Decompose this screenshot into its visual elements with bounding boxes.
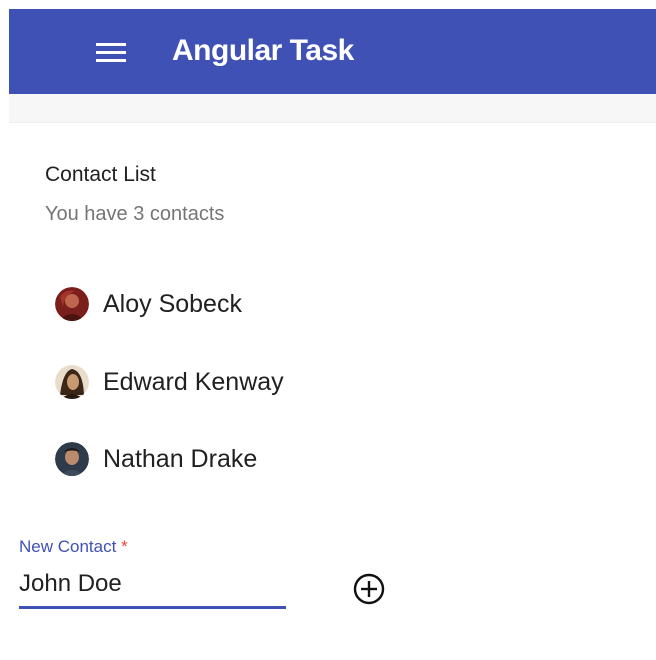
contact-name: Nathan Drake xyxy=(103,445,258,473)
app-frame: Angular Task Contact List You have 3 con… xyxy=(0,0,656,660)
contact-item[interactable]: Nathan Drake xyxy=(55,439,257,479)
hamburger-menu-icon xyxy=(96,43,126,63)
add-circle-icon xyxy=(353,573,385,605)
app-title: Angular Task xyxy=(172,34,354,67)
contact-item[interactable]: Aloy Sobeck xyxy=(55,284,242,324)
menu-button[interactable] xyxy=(84,35,126,69)
card-subtitle: You have 3 contacts xyxy=(45,203,225,225)
avatar xyxy=(55,365,89,399)
avatar xyxy=(55,442,89,476)
avatar xyxy=(55,287,89,321)
contact-name: Aloy Sobeck xyxy=(103,290,242,318)
add-contact-button[interactable] xyxy=(350,570,388,608)
input-underline xyxy=(19,606,286,609)
new-contact-label: New Contact * xyxy=(19,536,128,558)
contact-item[interactable]: Edward Kenway xyxy=(55,362,284,402)
new-contact-label-text: New Contact xyxy=(19,537,117,556)
contact-name: Edward Kenway xyxy=(103,368,284,396)
card-title: Contact List xyxy=(45,163,156,186)
toolbar: Angular Task xyxy=(9,9,656,94)
required-marker: * xyxy=(121,537,128,556)
new-contact-input[interactable] xyxy=(19,566,285,602)
sub-bar xyxy=(9,94,656,123)
